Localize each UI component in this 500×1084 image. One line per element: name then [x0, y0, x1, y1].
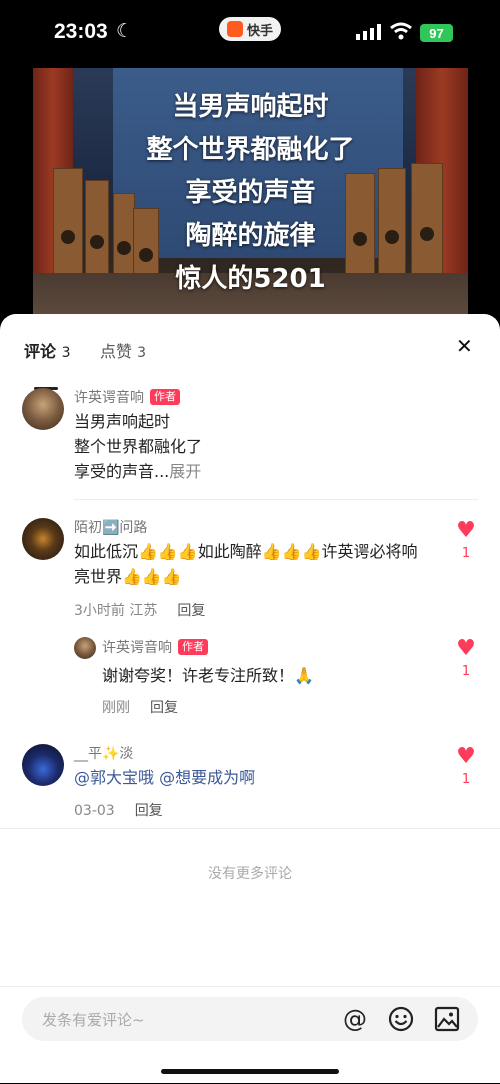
kuaishou-logo-icon	[226, 21, 243, 37]
comment-author[interactable]: 许英谔音响 作者	[74, 387, 180, 407]
comment-text: 如此低沉👍👍👍如此陶醉👍👍👍许英谔必将响亮世界👍👍👍	[74, 542, 418, 586]
comment-sheet: 评论 3 点赞 3 ✕ 许英谔音响 作者 当男声响起时 整个世界都融化了 享受的声…	[0, 314, 500, 1083]
video-player[interactable]: 当男声响起时 整个世界都融化了 享受的声音 陶醉的旋律 惊人的5201	[33, 68, 468, 316]
tab-comments[interactable]: 评论 3	[24, 338, 71, 362]
mention-link[interactable]: @郭大宝哦	[74, 768, 154, 787]
avatar[interactable]	[74, 637, 96, 659]
battery-indicator: 97	[420, 24, 453, 42]
heart-icon: ♥	[456, 636, 476, 661]
comment-line: 整个世界都融化了	[74, 437, 203, 456]
moon-icon: ☾	[116, 20, 134, 42]
author-badge: 作者	[150, 389, 180, 405]
app-name: 快手	[246, 23, 273, 39]
close-icon[interactable]: ✕	[456, 334, 473, 358]
mention-link[interactable]: @想要成为啊	[159, 768, 255, 787]
like-count: 1	[461, 664, 471, 679]
expand-link[interactable]: 展开	[169, 462, 201, 481]
tab-comments-count: 3	[61, 345, 71, 361]
status-time: 23:03	[54, 20, 108, 43]
tab-likes[interactable]: 点赞 3	[100, 338, 146, 362]
reply-author[interactable]: 许英谔音响 作者	[102, 637, 208, 657]
comment-time: 3小时前 江苏	[74, 603, 158, 619]
heart-icon: ♥	[456, 518, 476, 543]
avatar[interactable]	[22, 518, 64, 560]
comment-input-bar: 发条有爱评论~ @	[0, 986, 500, 1084]
tab-likes-count: 3	[137, 345, 147, 361]
comment-line: 享受的声音...	[74, 462, 170, 481]
comment-text: @郭大宝哦 @想要成为啊	[74, 765, 255, 790]
image-icon[interactable]	[434, 1006, 460, 1032]
home-indicator	[161, 1069, 339, 1074]
tab-comments-label: 评论	[24, 342, 57, 361]
no-more-comments: 没有更多评论	[208, 866, 292, 882]
caption-line: 当男声响起时	[172, 92, 329, 122]
comment-line: 当男声响起时	[74, 412, 171, 431]
comment-author[interactable]: __平✨淡	[74, 743, 133, 763]
comment-author[interactable]: 陌初➡️问路	[74, 517, 147, 537]
reply-button[interactable]: 回复	[150, 700, 178, 716]
comment-meta: 03-03 回复	[74, 800, 163, 820]
tab-likes-label: 点赞	[100, 342, 133, 361]
reply-text: 谢谢夸奖！许老专注所致！🙏	[102, 666, 314, 685]
battery-level: 97	[429, 25, 444, 41]
wifi-icon	[390, 22, 412, 40]
reply-button[interactable]: 回复	[177, 603, 205, 619]
comment-input[interactable]: 发条有爱评论~ @	[22, 997, 478, 1041]
status-bar: 23:03 ☾ 快手 97	[0, 0, 500, 66]
reply-time: 刚刚	[102, 700, 130, 716]
reply-meta: 刚刚 回复	[102, 697, 178, 717]
comment-text: 当男声响起时 整个世界都融化了 享受的声音...展开	[74, 409, 202, 484]
caption-line: 整个世界都融化了	[146, 135, 355, 165]
avatar[interactable]	[22, 744, 64, 786]
comment-time: 03-03	[74, 803, 115, 819]
author-name: 许英谔音响	[74, 390, 144, 406]
emoji-icon[interactable]	[388, 1006, 414, 1032]
author-name: 许英谔音响	[102, 640, 172, 656]
like-button[interactable]: ♥ 1	[454, 744, 478, 788]
mention-icon[interactable]: @	[342, 1006, 368, 1032]
like-count: 1	[461, 772, 471, 787]
caption-line: 享受的声音	[185, 178, 316, 208]
comment-meta: 3小时前 江苏 回复	[74, 600, 205, 620]
cellular-signal-icon	[356, 24, 381, 40]
avatar[interactable]	[22, 388, 64, 430]
caption-line: 陶醉的旋律	[185, 221, 316, 251]
like-button[interactable]: ♥ 1	[454, 636, 478, 680]
like-button[interactable]: ♥ 1	[454, 518, 478, 562]
like-count: 1	[461, 546, 471, 561]
comment-placeholder: 发条有爱评论~	[42, 1011, 145, 1029]
heart-icon: ♥	[456, 744, 476, 769]
author-badge: 作者	[178, 639, 208, 655]
caption-line: 惊人的5201	[175, 264, 326, 294]
divider	[0, 828, 500, 829]
video-caption: 当男声响起时 整个世界都融化了 享受的声音 陶醉的旋律 惊人的5201	[33, 86, 468, 301]
app-indicator[interactable]: 快手	[219, 17, 281, 41]
divider	[74, 499, 478, 500]
reply-button[interactable]: 回复	[135, 803, 163, 819]
